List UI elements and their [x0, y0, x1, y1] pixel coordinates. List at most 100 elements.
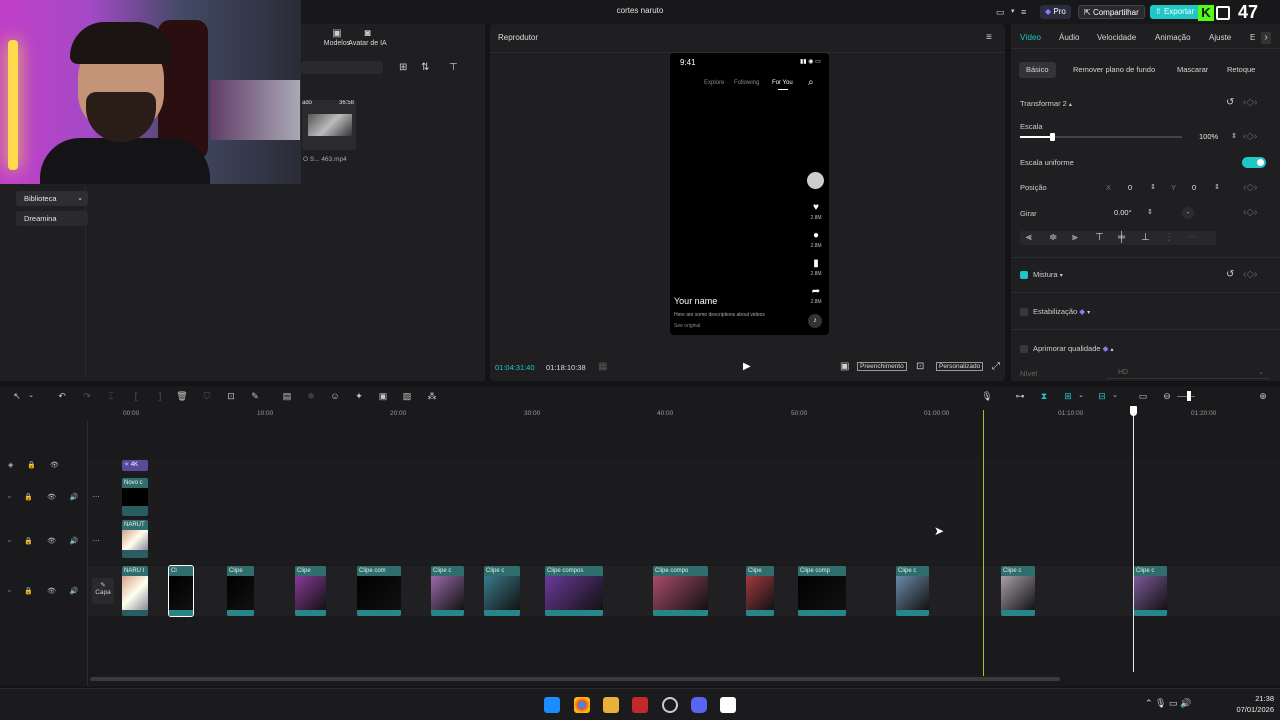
tab-animation[interactable]: Animação [1155, 33, 1191, 42]
undo-icon[interactable]: ↶ [55, 390, 69, 402]
tab-video[interactable]: Vídeo [1020, 33, 1041, 42]
overlay-clip[interactable]: NARUT [122, 520, 148, 558]
crop-icon[interactable]: ⊡ [916, 361, 924, 373]
main-clip[interactable]: NARU I [122, 566, 148, 616]
timeline-scrollbar[interactable] [90, 677, 1060, 681]
sidebar-item-library[interactable]: Biblioteca ⌄ [16, 191, 88, 206]
media-thumbnail[interactable]: ado 36:58 [302, 100, 356, 150]
play-icon[interactable]: ▶ [743, 361, 751, 373]
fill-button[interactable]: Preenchimento [857, 362, 907, 371]
align-bottom-icon[interactable]: ⊥ [1141, 232, 1150, 244]
tab-speed[interactable]: Velocidade [1097, 33, 1136, 42]
timecode-icon[interactable]: ▦ [598, 361, 607, 373]
scale-value[interactable]: 100% [1199, 131, 1218, 143]
text-clip[interactable]: Novo c [122, 478, 148, 516]
chevron-down-icon[interactable]: ⌄ [1074, 390, 1088, 402]
share-button[interactable]: ⇱ Compartilhar [1078, 5, 1145, 19]
freeze-icon[interactable]: ❄ [304, 390, 318, 402]
beat-icon[interactable]: ⁂ [425, 390, 439, 402]
playhead[interactable] [1133, 410, 1134, 672]
enhance-checkbox[interactable] [1020, 345, 1028, 353]
phone-preview[interactable]: 9:41 ▮▮ ◉ ▭ Explore Following For You ⌕ … [670, 53, 829, 335]
keyframe-icon[interactable]: ‹◇› [1243, 207, 1257, 219]
uniform-scale-toggle[interactable] [1242, 157, 1266, 168]
timeline-clip[interactable]: Clipe [746, 566, 774, 616]
timeline-clip[interactable]: Clipe compos [545, 566, 603, 616]
text-track-controls[interactable]: ▫ 🔒 👁 🔊 ⋯ [8, 493, 106, 501]
tab-audio[interactable]: Áudio [1059, 33, 1079, 42]
tab-more[interactable]: E [1250, 33, 1255, 42]
menu-icon[interactable]: ≡ [1021, 6, 1026, 18]
subtab-remove-bg[interactable]: Remover plano de fundo [1066, 62, 1162, 78]
discord-icon[interactable] [691, 697, 707, 713]
trim-right-icon[interactable]: ] [153, 390, 167, 402]
timeline-clip[interactable]: Clipe c [1134, 566, 1167, 616]
preview-axis-icon[interactable]: ⊟ [1095, 390, 1109, 402]
align-top-icon[interactable]: ⊤ [1095, 232, 1104, 244]
level-select[interactable]: HD ⌄ [1106, 367, 1270, 379]
select-tool-icon[interactable]: ↖ [10, 390, 24, 402]
chevron-down-icon[interactable]: ⌄ [24, 390, 38, 402]
timeline-clip[interactable]: Clipe comp [798, 566, 846, 616]
timeline-clip[interactable]: Clipe c [896, 566, 929, 616]
pro-button[interactable]: ◆ Pro [1040, 5, 1071, 19]
chrome-icon[interactable] [574, 697, 590, 713]
redo-icon[interactable]: ↷ [80, 390, 94, 402]
chevron-down-icon[interactable]: ▾ [1011, 6, 1015, 18]
magic-wand-icon[interactable]: ✦ [352, 390, 366, 402]
fullscreen-icon[interactable]: ⤢ [992, 361, 1000, 373]
sidebar-item-dreamina[interactable]: Dreamina [16, 211, 88, 226]
stepper-icon[interactable]: ⇕ [1214, 182, 1220, 194]
timeline-clip[interactable]: Clipe c [1001, 566, 1035, 616]
link-icon[interactable]: ⊶ [1013, 390, 1027, 402]
align-middle-icon[interactable]: ╪ [1118, 232, 1125, 244]
subtab-mask[interactable]: Mascarar [1170, 62, 1215, 78]
align-right-icon[interactable]: ⫸ [1072, 232, 1078, 244]
grid-view-icon[interactable]: ⊞ [399, 62, 407, 74]
caption-icon[interactable]: ▣ [376, 390, 390, 402]
reset-icon[interactable]: ↺ [1226, 97, 1234, 109]
timeline-clip[interactable]: Clipe c [431, 566, 464, 616]
search-input[interactable] [301, 61, 383, 74]
zoom-fit-icon[interactable]: ⊕ [1256, 390, 1270, 402]
keyframe-icon[interactable]: ‹◇› [1243, 182, 1257, 194]
timeline-ruler[interactable]: 00:00 10:00 20:00 30:00 40:00 50:00 01:0… [88, 406, 1280, 420]
export-button[interactable]: ⇧ Exportar [1150, 5, 1202, 19]
keyframe-nav-icon[interactable]: ‹◇› [1243, 97, 1257, 109]
reset-icon[interactable]: ↺ [1226, 269, 1234, 281]
windows-start-icon[interactable] [544, 697, 560, 713]
scale-slider-track[interactable] [1020, 133, 1182, 141]
magnet-icon[interactable]: ⧗ [1037, 390, 1051, 402]
person-icon[interactable]: ☺ [328, 390, 342, 402]
delete-icon[interactable]: 🗑 [175, 390, 189, 402]
shield-icon[interactable]: ⛉ [200, 390, 214, 402]
x-value[interactable]: 0 [1128, 182, 1132, 194]
stabilize-checkbox[interactable] [1020, 308, 1028, 316]
blend-checkbox[interactable] [1020, 271, 1028, 279]
timeline-clip[interactable]: Clipe c [484, 566, 520, 616]
screen-icon[interactable]: ▭ [1136, 390, 1150, 402]
mixer-app-icon[interactable] [632, 697, 648, 713]
overlay-track-controls[interactable]: ▫ 🔒 👁 🔊 ⋯ [8, 537, 106, 545]
crop-icon[interactable]: ⊡ [224, 390, 238, 402]
sort-icon[interactable]: ⇅ [421, 62, 429, 74]
stepper-icon[interactable]: ⇕ [1231, 131, 1237, 143]
stepper-icon[interactable]: ⇕ [1147, 207, 1153, 219]
subtab-basic[interactable]: Básico [1019, 62, 1056, 78]
keyframe-icon[interactable]: ‹◇› [1243, 269, 1257, 281]
subtitle-icon[interactable]: ▤ [280, 390, 294, 402]
ratio-icon[interactable]: ▣ [840, 361, 849, 373]
y-value[interactable]: 0 [1192, 182, 1196, 194]
zoom-slider-handle[interactable] [1187, 391, 1191, 401]
capcut-icon[interactable] [720, 697, 736, 713]
chevron-down-icon[interactable]: ⌄ [1108, 390, 1122, 402]
timeline-clip[interactable]: Cl [168, 565, 194, 617]
timeline-clip[interactable]: Clipe [227, 566, 254, 616]
effect-track-controls[interactable]: ◈ 🔒 👁 [8, 461, 65, 469]
timeline-clip[interactable]: Clipe compo [653, 566, 708, 616]
tab-ai-avatar[interactable]: ◙ Avatar de IA [345, 28, 390, 47]
ai-edit-icon[interactable]: ✎ [248, 390, 262, 402]
timeline-clip[interactable]: Clipe [295, 566, 326, 616]
linkage-icon[interactable]: ⊞ [1061, 390, 1075, 402]
rotate-dial[interactable]: - [1182, 207, 1194, 219]
